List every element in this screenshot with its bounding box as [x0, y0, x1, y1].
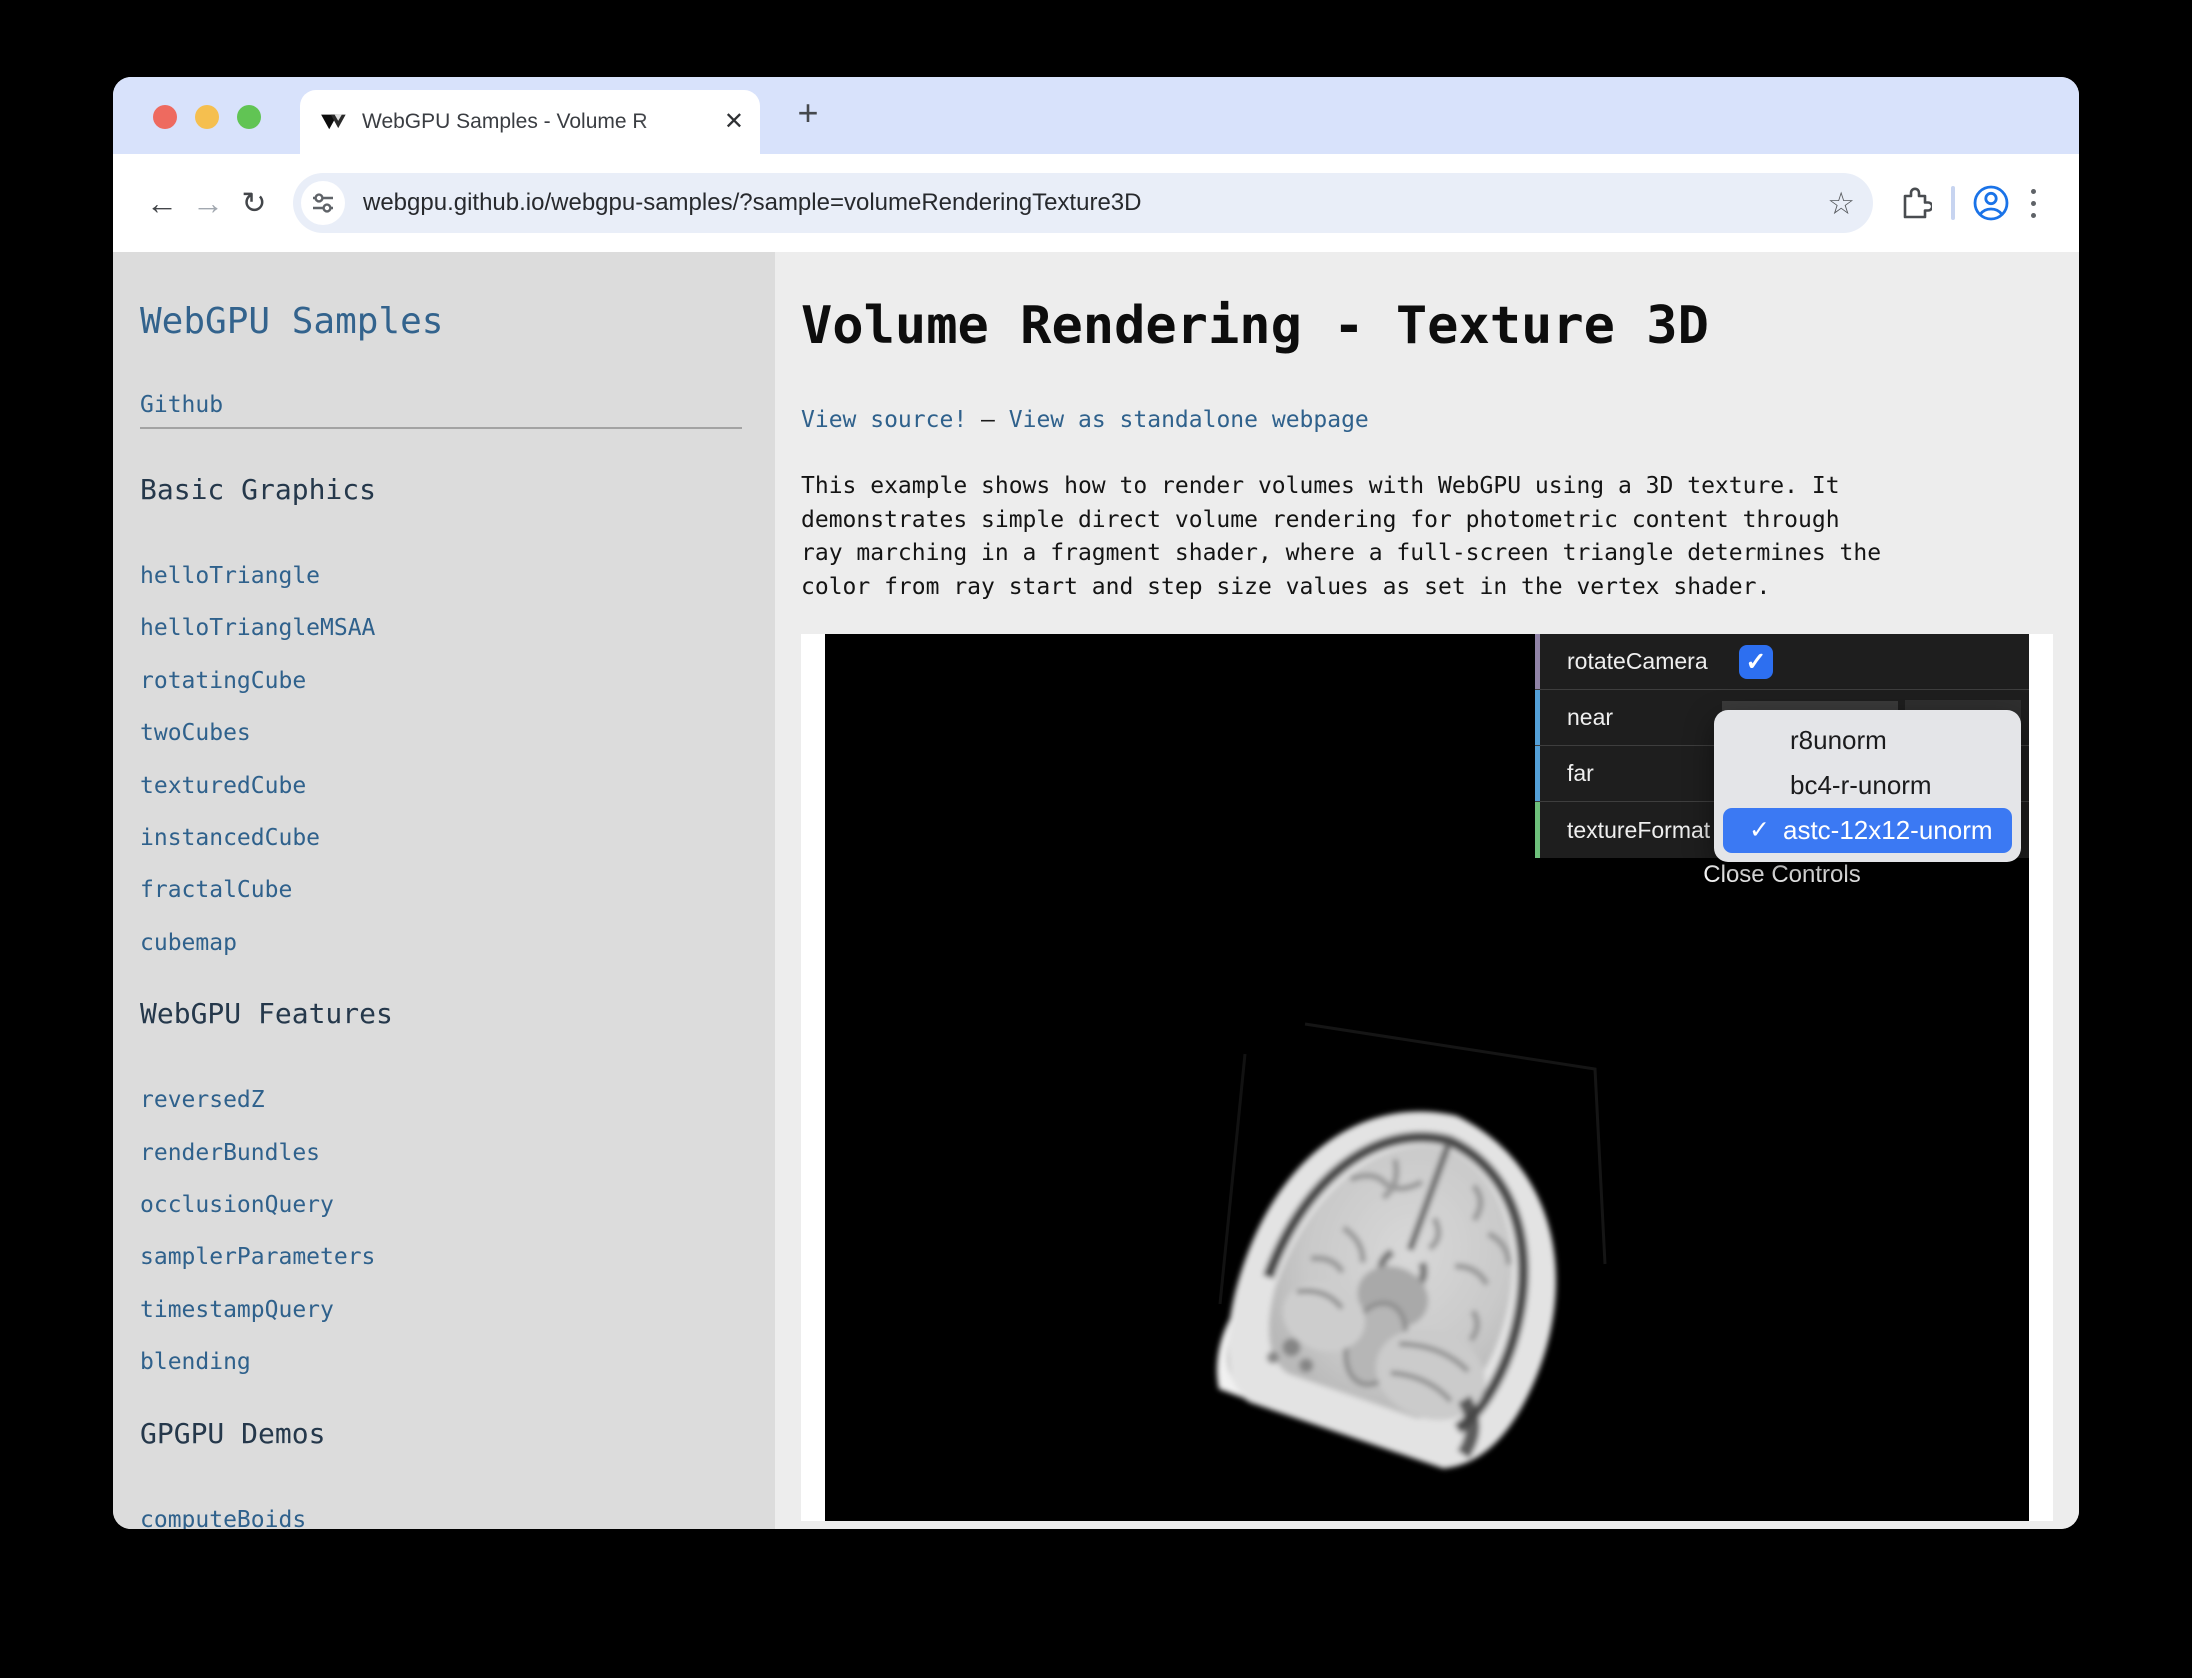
texture-format-dropdown: r8unorm bc4-r-unorm ✓ astc-12x12-unorm	[1714, 710, 2021, 862]
sidebar-item-reversedZ[interactable]: reversedZ	[140, 1074, 775, 1126]
page-content: WebGPU Samples Github Basic Graphics hel…	[113, 252, 2079, 1529]
back-icon[interactable]: ←	[139, 180, 185, 226]
sidebar: WebGPU Samples Github Basic Graphics hel…	[113, 252, 775, 1529]
select-strip	[1535, 802, 1540, 858]
sidebar-item-cubemap[interactable]: cubemap	[140, 917, 775, 969]
sidebar-item-samplerParameters[interactable]: samplerParameters	[140, 1231, 775, 1283]
profile-avatar-icon[interactable]	[1969, 181, 2013, 225]
sample-viewer-frame: rotateCamera ✓ near 4.0 f	[801, 634, 2053, 1521]
minimize-window-button[interactable]	[195, 105, 219, 129]
sidebar-item-fractalCube[interactable]: fractalCube	[140, 864, 775, 916]
url-text[interactable]: webgpu.github.io/webgpu-samples/?sample=…	[363, 189, 1827, 217]
tab-strip: WebGPU Samples - Volume R ✕ +	[113, 77, 2079, 154]
site-settings-icon[interactable]	[301, 181, 345, 225]
section-heading-webgpu-features: WebGPU Features	[140, 994, 775, 1034]
sidebar-item-twoCubes[interactable]: twoCubes	[140, 707, 775, 759]
sidebar-item-timestampQuery[interactable]: timestampQuery	[140, 1284, 775, 1336]
browser-tab[interactable]: WebGPU Samples - Volume R ✕	[300, 90, 760, 154]
gui-row-rotateCamera: rotateCamera ✓	[1535, 634, 2029, 690]
menu-kebab-icon[interactable]	[2013, 189, 2053, 218]
address-bar[interactable]: webgpu.github.io/webgpu-samples/?sample=…	[293, 173, 1873, 233]
sidebar-item-instancedCube[interactable]: instancedCube	[140, 812, 775, 864]
sidebar-divider	[140, 427, 742, 429]
site-title: WebGPU Samples	[140, 300, 775, 344]
sample-list-basic-graphics: helloTriangle helloTriangleMSAA rotating…	[140, 550, 775, 969]
forward-icon[interactable]: →	[185, 180, 231, 226]
dropdown-option-bc4-r-unorm[interactable]: bc4-r-unorm	[1714, 763, 2021, 808]
bookmark-star-icon[interactable]: ☆	[1827, 188, 1855, 219]
number-strip	[1535, 746, 1540, 801]
page-title: Volume Rendering - Texture 3D	[801, 295, 2079, 357]
standalone-link[interactable]: View as standalone webpage	[1009, 407, 1369, 433]
screenshot-stage: WebGPU Samples - Volume R ✕ + ← → ↻ we	[0, 0, 2192, 1678]
github-link[interactable]: Github	[140, 390, 223, 420]
sidebar-item-renderBundles[interactable]: renderBundles	[140, 1127, 775, 1179]
tab-close-icon[interactable]: ✕	[724, 110, 744, 134]
gui-label-near: near	[1567, 704, 1613, 731]
sidebar-item-blending[interactable]: blending	[140, 1336, 775, 1388]
sidebar-item-texturedCube[interactable]: texturedCube	[140, 760, 775, 812]
close-window-button[interactable]	[153, 105, 177, 129]
close-controls-button[interactable]: Close Controls	[1535, 858, 2029, 892]
source-links: View source! — View as standalone webpag…	[801, 405, 2079, 435]
new-tab-button[interactable]: +	[785, 91, 831, 137]
webgpu-favicon-icon	[320, 109, 347, 136]
dropdown-option-r8unorm[interactable]: r8unorm	[1714, 718, 2021, 763]
sidebar-item-rotatingCube[interactable]: rotatingCube	[140, 655, 775, 707]
reload-icon[interactable]: ↻	[231, 180, 277, 226]
toolbar-separator	[1951, 186, 1955, 220]
traffic-lights	[153, 105, 261, 129]
extensions-icon[interactable]	[1893, 181, 1937, 225]
sidebar-item-helloTriangle[interactable]: helloTriangle	[140, 550, 775, 602]
gui-label-textureFormat: textureFormat	[1567, 817, 1710, 844]
browser-window: WebGPU Samples - Volume R ✕ + ← → ↻ we	[113, 77, 2079, 1529]
tab-title: WebGPU Samples - Volume R	[362, 107, 718, 137]
dropdown-option-astc-12x12-unorm[interactable]: ✓ astc-12x12-unorm	[1723, 808, 2012, 853]
zoom-window-button[interactable]	[237, 105, 261, 129]
sidebar-item-helloTriangleMSAA[interactable]: helloTriangleMSAA	[140, 602, 775, 654]
rotate-camera-checkbox[interactable]: ✓	[1739, 645, 1773, 679]
gui-label-rotateCamera: rotateCamera	[1567, 648, 1708, 675]
selected-check-icon: ✓	[1749, 808, 1783, 853]
section-heading-gpgpu-demos: GPGPU Demos	[140, 1414, 775, 1454]
sample-list-gpgpu-demos: computeBoids	[140, 1494, 775, 1529]
sample-description: This example shows how to render volumes…	[801, 470, 2079, 604]
gui-label-far: far	[1567, 760, 1594, 787]
sample-list-webgpu-features: reversedZ renderBundles occlusionQuery s…	[140, 1074, 775, 1388]
main-area: Volume Rendering - Texture 3D View sourc…	[775, 252, 2079, 1529]
links-dash: —	[981, 407, 995, 433]
boolean-strip	[1535, 634, 1540, 689]
brain-mri-volume	[1149, 1040, 1649, 1520]
section-heading-basic-graphics: Basic Graphics	[140, 470, 775, 510]
browser-toolbar: ← → ↻ webgpu.github.io/webgpu-samples/?s…	[113, 154, 2079, 252]
sidebar-item-occlusionQuery[interactable]: occlusionQuery	[140, 1179, 775, 1231]
number-strip	[1535, 690, 1540, 745]
sidebar-item-computeBoids[interactable]: computeBoids	[140, 1494, 775, 1529]
view-source-link[interactable]: View source!	[801, 407, 967, 433]
selected-option-label: astc-12x12-unorm	[1783, 808, 1993, 853]
webgpu-canvas[interactable]: rotateCamera ✓ near 4.0 f	[825, 634, 2029, 1521]
